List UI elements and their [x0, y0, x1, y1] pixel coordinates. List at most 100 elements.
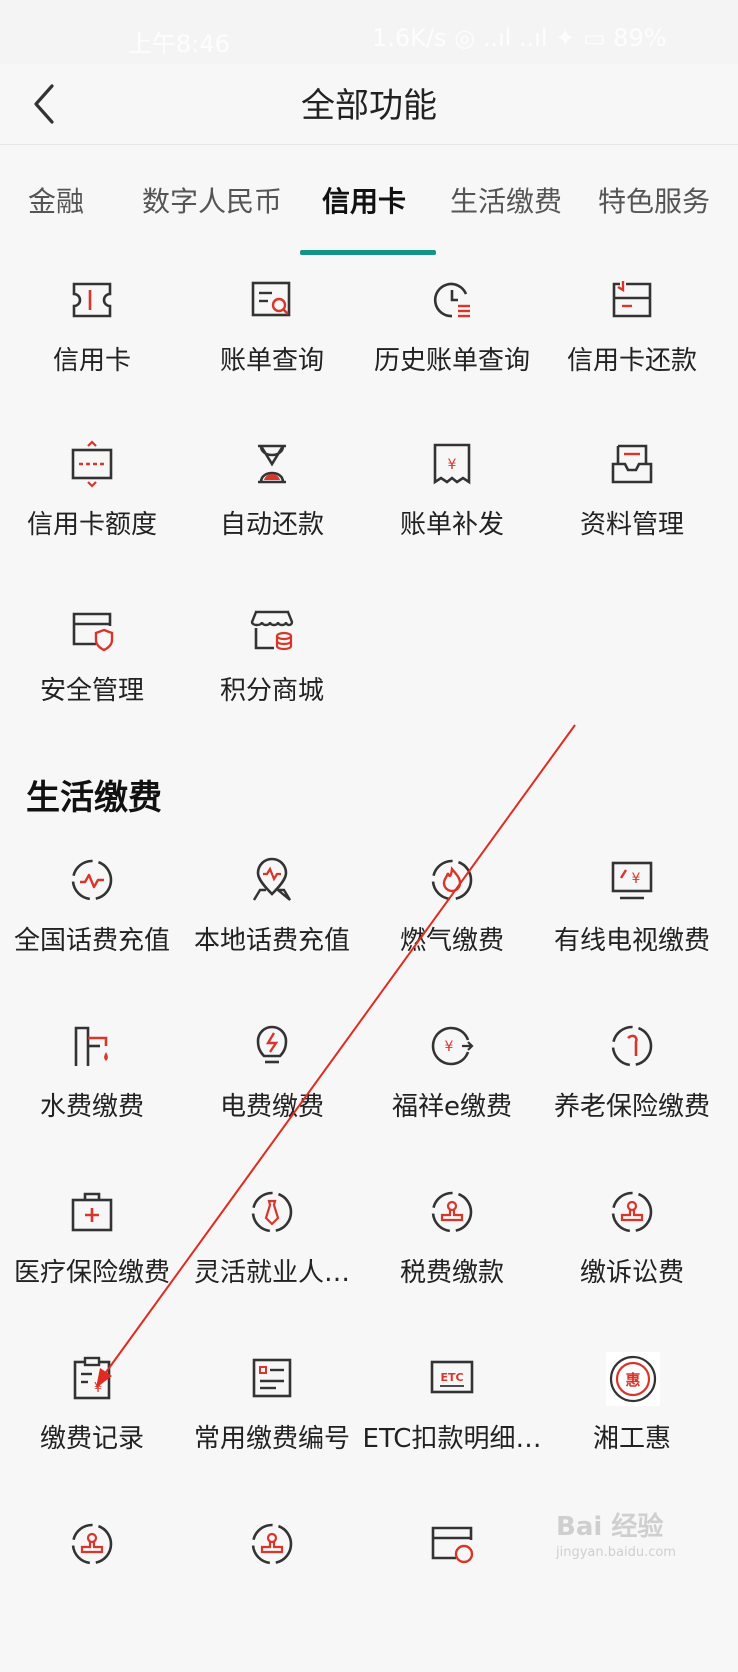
page-title: 全部功能 [301, 86, 437, 126]
history-bill-icon [430, 278, 474, 322]
item-label: 水费缴费 [39, 1092, 144, 1122]
svg-text:¥: ¥ [632, 871, 641, 887]
hui-badge-text: 惠 [625, 1371, 640, 1389]
life-item-flexible-employment[interactable]: 灵活就业人… [180, 1190, 364, 1340]
bulb-icon [250, 1024, 294, 1068]
location-icon [250, 857, 294, 902]
svg-text:¥: ¥ [448, 457, 457, 473]
credit-item-profile-manage[interactable]: 资料管理 [540, 442, 724, 592]
item-label: 湘工惠 [592, 1424, 671, 1454]
life-item-gas[interactable]: 燃气缴费 [360, 858, 544, 1008]
credit-item-card[interactable]: 信用卡 [0, 278, 184, 428]
item-label: 自动还款 [219, 510, 324, 540]
life-item-common-payment-numbers[interactable]: 常用缴费编号 [180, 1356, 364, 1506]
status-time: 上午8:46 [128, 30, 230, 58]
item-label: 灵活就业人… [193, 1258, 350, 1288]
life-item-local-phone[interactable]: 本地话费充值 [180, 857, 364, 1008]
tie-icon [250, 1190, 294, 1234]
header: 全部功能 [0, 64, 738, 145]
watermark-main: Bai 经验 [556, 1512, 664, 1542]
item-label: 养老保险缴费 [553, 1092, 710, 1122]
hui-logo-icon: 惠 [606, 1352, 660, 1406]
pulse-circle-icon [70, 858, 114, 902]
faucet-icon [70, 1024, 114, 1068]
item-label: 有线电视缴费 [553, 926, 710, 956]
item-label: 资料管理 [579, 510, 684, 540]
limit-icon [70, 440, 114, 488]
item-label: 信用卡 [52, 346, 131, 376]
item-label: 电费缴费 [219, 1092, 324, 1122]
svg-text:¥: ¥ [94, 1381, 102, 1396]
credit-item-history-bill[interactable]: 历史账单查询 [360, 278, 544, 428]
item-label: 积分商城 [219, 676, 324, 706]
etc-text: ETC [440, 1371, 463, 1384]
tab-digital-rmb[interactable]: 数字人民币 [142, 180, 282, 220]
flame-icon [430, 858, 474, 902]
item-label: 医疗保险缴费 [13, 1258, 170, 1288]
life-item-partial-3[interactable] [360, 1522, 544, 1672]
credit-item-limit[interactable]: 信用卡额度 [0, 440, 184, 592]
life-item-payment-records[interactable]: ¥ 缴费记录 [0, 1356, 184, 1506]
item-label: 信用卡额度 [26, 510, 157, 540]
life-item-fuxiang-pay[interactable]: ¥ 福祥e缴费 [360, 1024, 544, 1174]
life-item-water[interactable]: 水费缴费 [0, 1024, 184, 1174]
life-item-pension[interactable]: 养老保险缴费 [540, 1024, 724, 1174]
item-label: 福祥e缴费 [392, 1092, 512, 1122]
item-label: 缴诉讼费 [579, 1258, 684, 1288]
stamp-circle-icon [70, 1522, 114, 1566]
tab-finance[interactable]: 金融 [28, 180, 84, 220]
card-logo-icon [430, 1522, 474, 1566]
item-label: 全国话费充值 [13, 926, 170, 956]
hourglass-icon [250, 442, 294, 486]
repay-icon [610, 278, 654, 322]
status-indicators: 1.6K/s ◎ ..ıl ..ıl ✦ ▭ 89% [372, 24, 667, 52]
etc-icon: ETC [430, 1356, 474, 1400]
stamp-circle-icon [610, 1190, 654, 1234]
card-shield-icon [70, 608, 114, 652]
item-label: 历史账单查询 [373, 346, 530, 376]
life-item-partial-1[interactable] [0, 1522, 184, 1672]
cane-icon [610, 1024, 654, 1068]
active-tab-indicator [300, 250, 436, 255]
item-label: 账单查询 [219, 346, 324, 376]
life-item-etc-details[interactable]: ETC ETC扣款明细… [360, 1356, 544, 1506]
credit-item-auto-repay[interactable]: 自动还款 [180, 442, 364, 592]
credit-item-bill-reissue[interactable]: ¥ 账单补发 [360, 442, 544, 592]
yuan-circle-icon: ¥ [430, 1024, 474, 1068]
watermark-sub: jingyan.baidu.com [556, 1545, 676, 1560]
life-item-tax[interactable]: 税费缴款 [360, 1190, 544, 1340]
tab-credit-card[interactable]: 信用卡 [322, 180, 406, 220]
credit-item-security[interactable]: 安全管理 [0, 608, 184, 758]
item-label: 燃气缴费 [399, 926, 504, 956]
item-label: 常用缴费编号 [193, 1424, 350, 1454]
item-label: 安全管理 [39, 676, 144, 706]
item-label: 缴费记录 [39, 1424, 144, 1454]
item-label: 本地话费充值 [193, 926, 350, 956]
item-label: 税费缴款 [399, 1258, 504, 1288]
list-doc-icon [250, 1356, 294, 1400]
medical-kit-icon [70, 1190, 114, 1234]
life-item-cable-tv[interactable]: ¥ 有线电视缴费 [540, 858, 724, 1008]
stamp-circle-icon [250, 1522, 294, 1566]
tab-special-services[interactable]: 特色服务 [598, 180, 710, 220]
baidu-watermark: Bai 经验 jingyan.baidu.com [556, 1506, 676, 1560]
life-item-litigation-fee[interactable]: 缴诉讼费 [540, 1190, 724, 1340]
credit-item-points-mall[interactable]: 积分商城 [180, 608, 364, 758]
receipt-icon: ¥ [430, 442, 474, 486]
life-item-partial-2[interactable] [180, 1522, 364, 1672]
store-icon [250, 608, 294, 652]
life-item-national-phone[interactable]: 全国话费充值 [0, 858, 184, 1008]
life-item-xianggonghui[interactable]: 惠 湘工惠 [540, 1352, 724, 1506]
card-icon [70, 278, 114, 322]
stamp-icon [430, 1190, 474, 1234]
inbox-icon [610, 442, 654, 486]
bill-search-icon [250, 278, 294, 322]
life-item-medical-insurance[interactable]: 医疗保险缴费 [0, 1190, 184, 1340]
tab-life-payment[interactable]: 生活缴费 [450, 180, 562, 220]
credit-item-bill-search[interactable]: 账单查询 [180, 278, 364, 428]
category-tabs: 金融 数字人民币 信用卡 生活缴费 特色服务 [0, 170, 738, 260]
life-item-electricity[interactable]: 电费缴费 [180, 1024, 364, 1174]
tv-icon: ¥ [610, 858, 654, 902]
credit-item-repay[interactable]: 信用卡还款 [540, 278, 724, 428]
section-title-life-payment: 生活缴费 [26, 778, 162, 818]
